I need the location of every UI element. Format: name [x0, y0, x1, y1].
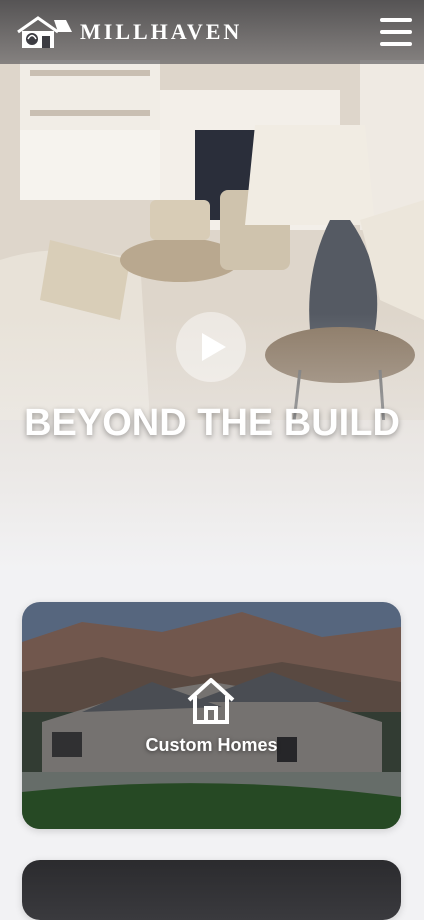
- hero-section: MILLHAVEN BEYOND THE BUILD: [0, 0, 424, 570]
- brand-name: MILLHAVEN: [80, 19, 243, 44]
- hero-gradient-overlay: [0, 0, 424, 570]
- brand[interactable]: MILLHAVEN: [14, 12, 242, 52]
- card-label: Custom Homes: [145, 735, 278, 755]
- card-custom-homes[interactable]: Custom Homes: [22, 602, 401, 829]
- house-outline-icon: [187, 678, 235, 724]
- site-header: MILLHAVEN: [0, 0, 424, 64]
- play-icon: [202, 333, 226, 361]
- hamburger-menu-icon[interactable]: [380, 18, 412, 46]
- card-next[interactable]: [22, 860, 401, 920]
- hero-title: BEYOND THE BUILD: [24, 402, 400, 444]
- play-video-button[interactable]: [176, 312, 246, 382]
- house-logo-icon: [17, 16, 72, 48]
